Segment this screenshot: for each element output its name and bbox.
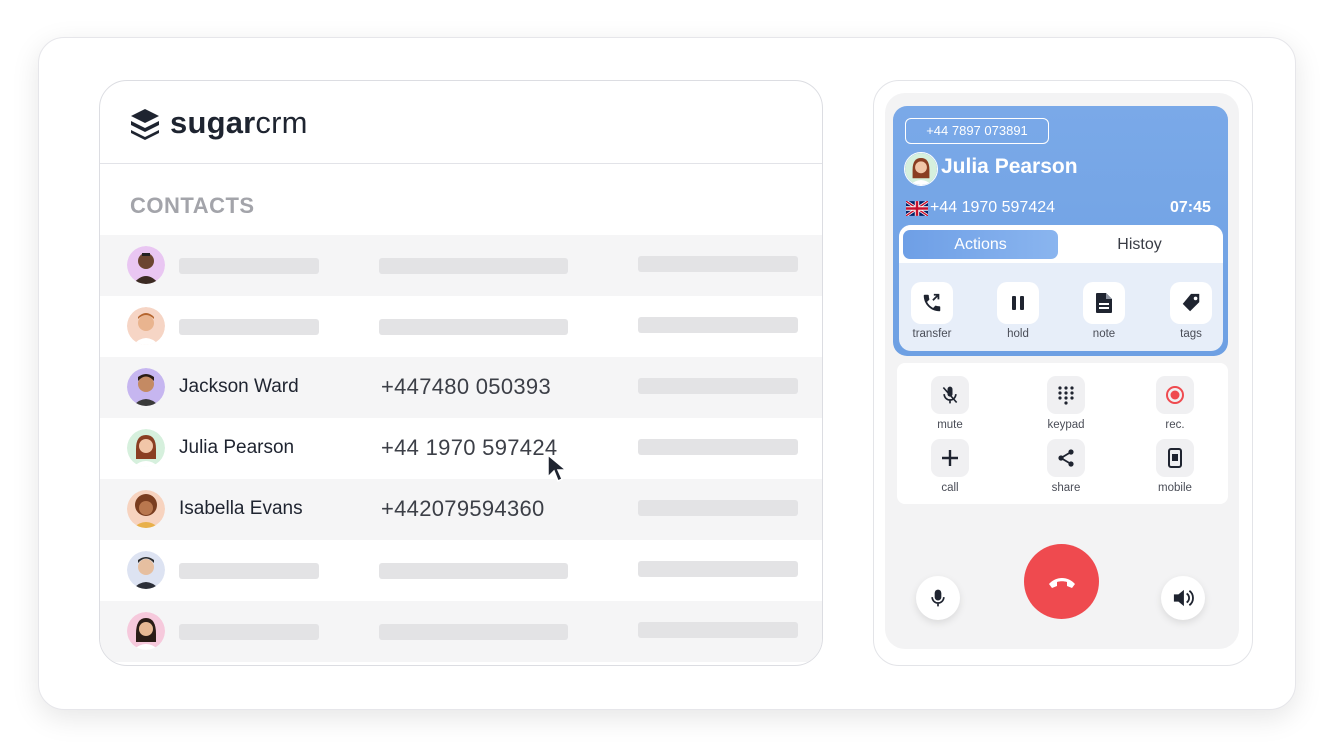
contacts-heading: CONTACTS	[130, 193, 255, 218]
transfer-icon	[911, 282, 953, 324]
extra-placeholder	[638, 500, 798, 516]
mobile-icon	[1156, 439, 1194, 477]
hold-action[interactable]: hold	[988, 282, 1048, 340]
extra-placeholder	[638, 317, 798, 333]
share-icon	[1047, 439, 1085, 477]
pause-icon	[997, 282, 1039, 324]
contact-phone[interactable]: +442079594360	[381, 496, 545, 522]
name-placeholder	[179, 319, 319, 335]
contact-name: Julia Pearson	[179, 437, 295, 458]
avatar	[127, 490, 165, 528]
record-label: rec.	[1165, 419, 1185, 431]
avatar	[127, 246, 165, 284]
record-icon	[1156, 376, 1194, 414]
caller-phone: +44 1970 597424	[930, 199, 1056, 216]
note-label: note	[1092, 328, 1116, 340]
hangup-button[interactable]	[1024, 544, 1099, 619]
mute-control[interactable]: mute	[915, 376, 985, 431]
contact-row[interactable]: Jackson Ward +447480 050393	[100, 357, 822, 418]
name-placeholder	[179, 563, 319, 579]
call-label: call	[941, 482, 959, 494]
keypad-control[interactable]: keypad	[1031, 376, 1101, 431]
caller-avatar	[904, 152, 938, 186]
tab-actions[interactable]: Actions	[903, 230, 1058, 259]
extra-placeholder	[638, 622, 798, 638]
contact-phone[interactable]: +447480 050393	[381, 374, 551, 400]
phone-placeholder	[379, 258, 568, 274]
phone-hangup-icon	[1048, 577, 1075, 588]
mute-label: mute	[937, 419, 963, 431]
uk-flag-icon	[906, 201, 928, 216]
avatar	[127, 368, 165, 406]
tags-action[interactable]: tags	[1161, 282, 1221, 340]
tags-label: tags	[1180, 328, 1202, 340]
keypad-icon	[1047, 376, 1085, 414]
contact-row[interactable]: Julia Pearson +44 1970 597424	[100, 418, 822, 479]
mobile-label: mobile	[1158, 482, 1192, 494]
share-control[interactable]: share	[1031, 439, 1101, 494]
hold-label: hold	[1007, 328, 1029, 340]
extra-placeholder	[638, 439, 798, 455]
share-label: share	[1051, 482, 1081, 494]
sugarcrm-logo[interactable]: sugarcrm	[128, 105, 308, 141]
avatar	[127, 612, 165, 650]
phone-placeholder	[379, 624, 568, 640]
contact-name: Isabella Evans	[179, 498, 303, 519]
keypad-label: keypad	[1047, 419, 1085, 431]
plus-icon	[931, 439, 969, 477]
note-icon	[1083, 282, 1125, 324]
sugarcrm-cube-icon	[131, 109, 159, 140]
contact-row-placeholder[interactable]	[100, 601, 822, 662]
contact-row[interactable]: Isabella Evans +442079594360	[100, 479, 822, 540]
name-placeholder	[179, 258, 319, 274]
contact-phone[interactable]: +44 1970 597424	[381, 435, 557, 461]
logo-text: sugarcrm	[170, 105, 308, 140]
note-action[interactable]: note	[1074, 282, 1134, 340]
extra-placeholder	[638, 378, 798, 394]
speaker-icon	[1173, 589, 1194, 607]
contact-row-placeholder[interactable]	[100, 235, 822, 296]
transfer-label: transfer	[912, 328, 952, 340]
dialed-number: +44 7897 073891	[905, 118, 1049, 144]
name-placeholder	[179, 624, 319, 640]
phone-placeholder	[379, 319, 568, 335]
mobile-control[interactable]: mobile	[1140, 439, 1210, 494]
call-control[interactable]: call	[915, 439, 985, 494]
tab-history[interactable]: Histoy	[1062, 230, 1217, 259]
mouse-cursor-icon	[547, 453, 569, 483]
extra-placeholder	[638, 256, 798, 272]
contacts-list: Jackson Ward +447480 050393 Julia Pearso…	[100, 235, 822, 662]
avatar	[127, 429, 165, 467]
avatar	[127, 307, 165, 345]
crm-header: sugarcrm	[100, 81, 822, 164]
speaker-button[interactable]	[1161, 576, 1205, 620]
extra-placeholder	[638, 561, 798, 577]
record-control[interactable]: rec.	[1140, 376, 1210, 431]
avatar	[127, 551, 165, 589]
microphone-button[interactable]	[916, 576, 960, 620]
transfer-action[interactable]: transfer	[902, 282, 962, 340]
crm-panel: sugarcrm CONTACTS Jackson Ward +447480 0…	[99, 80, 823, 666]
tag-icon	[1170, 282, 1212, 324]
contact-row-placeholder[interactable]	[100, 540, 822, 601]
call-timer: 07:45	[1170, 199, 1211, 216]
mic-off-icon	[931, 376, 969, 414]
contact-row-placeholder[interactable]	[100, 296, 822, 357]
caller-name: Julia Pearson	[941, 155, 1078, 178]
contact-name: Jackson Ward	[179, 376, 299, 397]
phone-placeholder	[379, 563, 568, 579]
microphone-icon	[931, 589, 945, 607]
